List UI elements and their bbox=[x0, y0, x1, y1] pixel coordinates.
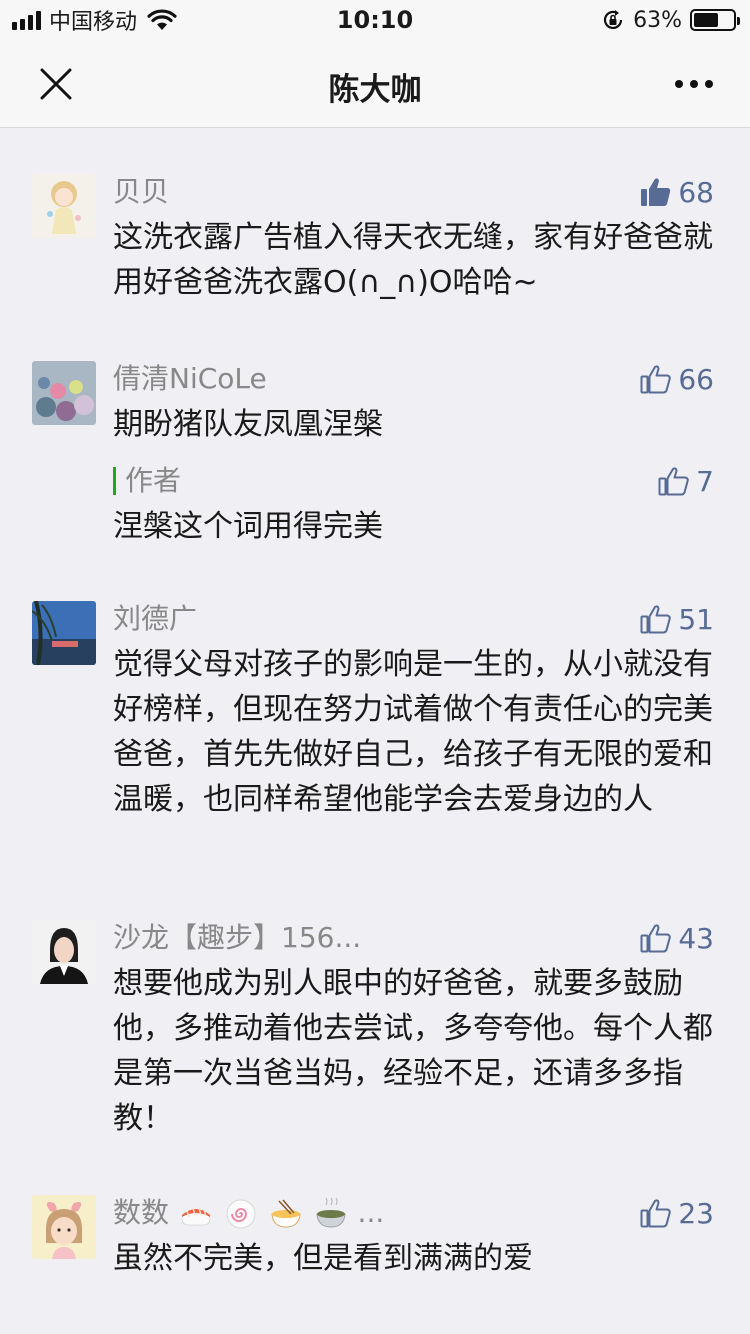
thumbs-up-filled-icon bbox=[641, 178, 671, 206]
reply-like-count: 7 bbox=[696, 464, 714, 498]
thumbs-up-icon bbox=[640, 605, 672, 634]
comment-item: 刘德广 51 觉得父母对孩子的影响是一生的，从小就没有好榜样，但现在努力试着做个… bbox=[0, 599, 750, 822]
commenter-name[interactable]: 沙龙【趣步】156... bbox=[113, 921, 361, 954]
battery-fill bbox=[694, 13, 718, 27]
like-count: 43 bbox=[678, 921, 714, 955]
nav-bar: 陈大咖 bbox=[0, 40, 750, 128]
commenter-name[interactable]: 贝贝 bbox=[113, 175, 169, 208]
comment-text: 期盼猪队友凤凰涅槃 bbox=[113, 407, 383, 442]
like-count: 66 bbox=[678, 362, 714, 396]
page-title: 陈大咖 bbox=[328, 72, 422, 108]
like-count: 23 bbox=[678, 1196, 714, 1230]
sushi-emoji-icon bbox=[181, 1207, 211, 1226]
more-dot-icon bbox=[705, 80, 713, 88]
more-dot-icon bbox=[675, 80, 683, 88]
author-marker bbox=[113, 467, 116, 495]
fish-cake-emoji-icon bbox=[226, 1199, 256, 1229]
comment-text: 虽然不完美，但是看到满满的爱 bbox=[113, 1241, 533, 1276]
thumbs-up-icon bbox=[640, 924, 672, 953]
comment-text: 觉得父母对孩子的影响是一生的，从小就没有好榜样，但现在努力试着做个有责任心的完美… bbox=[113, 647, 713, 817]
battery-percent: 63% bbox=[633, 7, 682, 33]
commenter-name[interactable]: 倩清NiCoLe bbox=[113, 362, 267, 395]
reply-author-name: 作者 bbox=[125, 464, 182, 497]
like-button[interactable]: 66 bbox=[640, 359, 714, 399]
comment-item: 沙龙【趣步】156... 43 想要他成为别人眼中的好爸爸，就要多鼓励他，多推动… bbox=[0, 918, 750, 1141]
comment-text: 这洗衣露广告植入得天衣无缝，家有好爸爸就用好爸爸洗衣露O(∩_∩)O哈哈~ bbox=[113, 220, 713, 300]
avatar[interactable] bbox=[32, 601, 96, 665]
avatar[interactable] bbox=[32, 1195, 96, 1259]
thumbs-up-icon bbox=[640, 365, 672, 394]
bowl-emoji-icon bbox=[316, 1197, 346, 1228]
thumbs-up-icon bbox=[658, 467, 689, 496]
commenter-name-text: 数数 bbox=[113, 1196, 170, 1229]
comment-item: 贝贝 68 这洗衣露广告植入得天衣无缝，家有好爸爸就用好爸爸洗衣露O(∩_∩)O… bbox=[0, 172, 750, 305]
avatar[interactable] bbox=[32, 920, 96, 984]
commenter-name[interactable]: 刘德广 bbox=[113, 602, 197, 635]
avatar[interactable] bbox=[32, 361, 96, 425]
status-bar: 中国移动 10:10 63% bbox=[0, 0, 750, 40]
noodles-emoji-icon bbox=[271, 1199, 301, 1228]
comment-item: 倩清NiCoLe 66 期盼猪队友凤凰涅槃 作者 7 涅槃这个词用得完美 bbox=[0, 359, 750, 549]
battery-icon bbox=[690, 9, 740, 31]
more-button[interactable] bbox=[666, 64, 722, 104]
more-dot-icon bbox=[690, 80, 698, 88]
like-button[interactable]: 43 bbox=[640, 918, 714, 958]
like-count: 51 bbox=[678, 602, 714, 636]
commenter-name[interactable]: 数数 ... bbox=[113, 1196, 384, 1229]
author-reply: 作者 7 涅槃这个词用得完美 bbox=[113, 461, 714, 549]
orientation-lock-icon bbox=[604, 10, 623, 29]
reply-like-button[interactable]: 7 bbox=[658, 461, 714, 501]
like-count: 68 bbox=[678, 175, 714, 209]
name-overflow-ellipsis: ... bbox=[357, 1196, 385, 1229]
thumbs-up-icon bbox=[640, 1199, 672, 1228]
like-button[interactable]: 68 bbox=[640, 172, 714, 212]
comment-text: 想要他成为别人眼中的好爸爸，就要多鼓励他，多推动着他去尝试，多夸夸他。每个人都是… bbox=[113, 966, 713, 1136]
like-button[interactable]: 23 bbox=[640, 1193, 714, 1233]
like-button[interactable]: 51 bbox=[640, 599, 714, 639]
reply-text: 涅槃这个词用得完美 bbox=[113, 509, 383, 544]
avatar[interactable] bbox=[32, 174, 96, 238]
comment-item: 数数 ... 23 虽然不完美，但是看到满满的爱 bbox=[0, 1193, 750, 1281]
